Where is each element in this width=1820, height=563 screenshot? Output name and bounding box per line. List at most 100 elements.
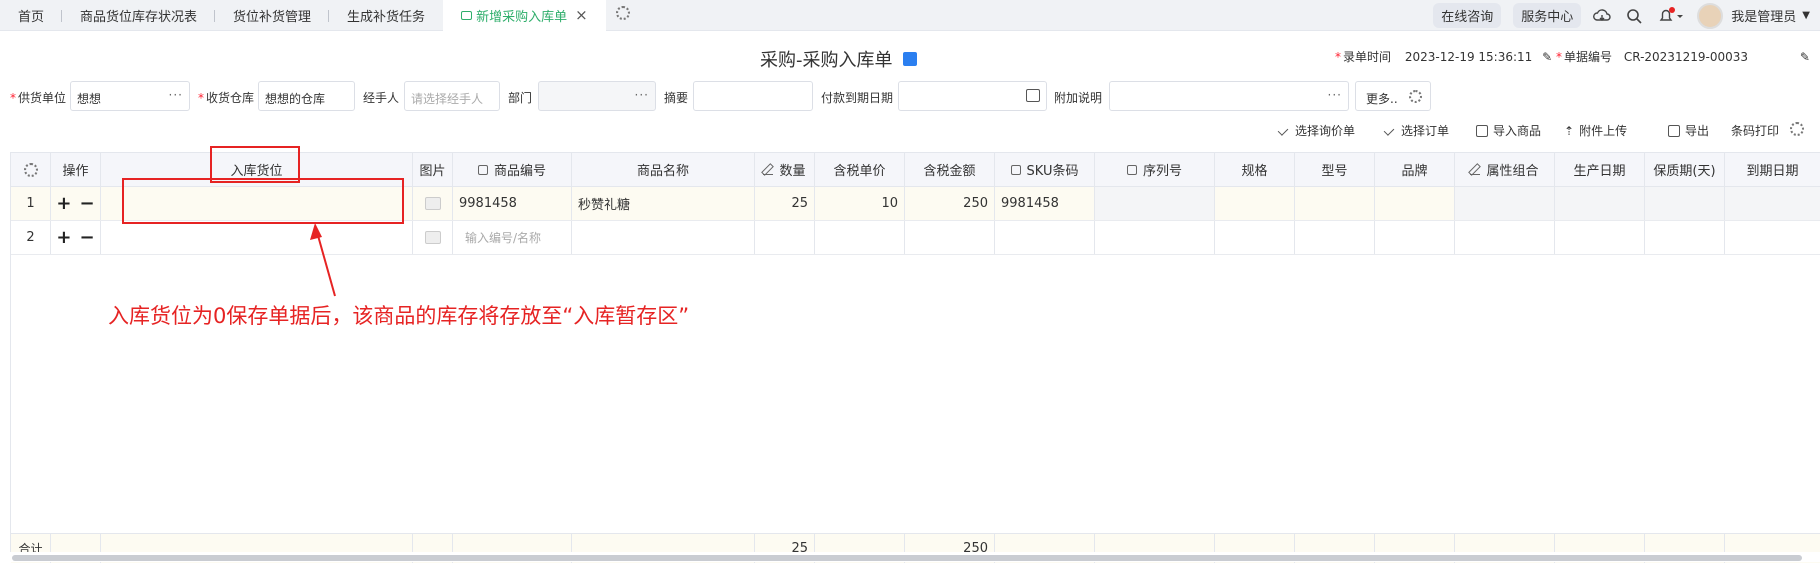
edit-icon[interactable]: ✎ xyxy=(1800,50,1810,64)
service-center-button[interactable]: 服务中心 xyxy=(1513,3,1582,28)
tab-replenish-manage[interactable]: 货位补货管理 xyxy=(215,0,330,31)
form-settings-icon[interactable] xyxy=(902,52,917,66)
tab-replenish-task[interactable]: 生成补货任务 xyxy=(329,0,443,31)
attr-cell[interactable] xyxy=(1455,187,1555,220)
scrollbar-thumb[interactable] xyxy=(12,555,1802,561)
add-row-icon[interactable]: + xyxy=(56,227,71,248)
online-consult-button[interactable]: 在线咨询 xyxy=(1433,3,1502,28)
import-icon xyxy=(1476,124,1488,137)
amount-cell[interactable]: 250 xyxy=(905,187,995,220)
code-input[interactable]: 输入编号/名称 xyxy=(453,221,572,254)
name-cell[interactable] xyxy=(572,221,755,254)
col-expiry: 到期日期 xyxy=(1725,153,1820,186)
export-button[interactable]: 导出 xyxy=(1668,122,1709,139)
due-date-field[interactable] xyxy=(898,81,1047,111)
model-cell[interactable] xyxy=(1295,187,1375,220)
bell-icon[interactable] xyxy=(1657,6,1684,25)
tab-home[interactable]: 首页 xyxy=(0,0,63,31)
col-serial: 序列号 xyxy=(1095,153,1215,186)
price-cell[interactable]: 10 xyxy=(815,187,905,220)
row-number: 1 xyxy=(11,187,51,220)
horizontal-scrollbar[interactable] xyxy=(0,552,1820,562)
col-amount: 含税金额 xyxy=(905,153,995,186)
shelf-life-cell[interactable] xyxy=(1645,187,1725,220)
barcode-print-button[interactable]: 条码打印 xyxy=(1731,122,1779,139)
sku-cell[interactable] xyxy=(995,221,1095,254)
attachment-upload-button[interactable]: ⇡ 附件上传 xyxy=(1564,122,1627,139)
dept-label: 部门 xyxy=(508,91,533,105)
qty-cell[interactable]: 25 xyxy=(755,187,815,220)
col-model: 型号 xyxy=(1295,153,1375,186)
serial-cell[interactable] xyxy=(1095,187,1215,220)
name-cell[interactable]: 秒赞礼糖 xyxy=(572,187,755,220)
check-icon xyxy=(1384,125,1396,137)
expiry-cell[interactable] xyxy=(1725,187,1820,220)
table-row[interactable]: 2 + − 输入编号/名称 xyxy=(11,221,1820,255)
more-button[interactable]: 更多.. xyxy=(1355,81,1431,111)
brand-cell[interactable] xyxy=(1375,221,1455,254)
avatar[interactable] xyxy=(1697,2,1724,29)
attr-cell[interactable] xyxy=(1455,221,1555,254)
edit-icon[interactable]: ✎ xyxy=(1542,50,1552,64)
user-name[interactable]: 我是管理员 xyxy=(1731,6,1796,25)
import-goods-button[interactable]: 导入商品 xyxy=(1476,122,1541,139)
remove-row-icon[interactable]: − xyxy=(80,227,95,248)
shelf-life-cell[interactable] xyxy=(1645,221,1725,254)
field-icon xyxy=(477,164,488,175)
col-shelf-life: 保质期(天) xyxy=(1645,153,1725,186)
mfg-date-cell[interactable] xyxy=(1555,187,1645,220)
col-brand: 品牌 xyxy=(1375,153,1455,186)
amount-cell[interactable] xyxy=(905,221,995,254)
handler-field[interactable]: 请选择经手人 xyxy=(404,81,500,111)
spec-cell[interactable] xyxy=(1215,221,1295,254)
chevron-down-icon[interactable]: ▼ xyxy=(1802,10,1810,21)
calendar-icon[interactable] xyxy=(1026,89,1040,102)
tab-label: 商品货位库存状况表 xyxy=(80,9,198,25)
warehouse-field[interactable]: 想想的仓库 xyxy=(258,81,355,111)
summary-label: 摘要 xyxy=(664,91,689,105)
doc-number-label: 单据编号 xyxy=(1564,50,1613,64)
more-dots-icon[interactable]: ··· xyxy=(1328,88,1342,102)
cloud-download-icon[interactable] xyxy=(1593,7,1611,25)
gear-icon[interactable] xyxy=(1790,122,1804,136)
tab-stock-report[interactable]: 商品货位库存状况表 xyxy=(62,0,216,31)
edit-icon xyxy=(1470,165,1481,175)
column-settings-icon[interactable] xyxy=(11,153,51,186)
search-icon[interactable] xyxy=(1625,7,1643,25)
remove-row-icon[interactable]: − xyxy=(80,193,95,214)
more-dots-icon[interactable]: ··· xyxy=(169,88,183,102)
spec-cell[interactable] xyxy=(1215,187,1295,220)
qty-cell[interactable] xyxy=(755,221,815,254)
col-image: 图片 xyxy=(413,153,453,186)
mfg-date-cell[interactable] xyxy=(1555,221,1645,254)
tab-new-purchase-inbound[interactable]: 新增采购入库单 × xyxy=(443,0,606,31)
expiry-cell[interactable] xyxy=(1725,221,1820,254)
col-attr: 属性组合 xyxy=(1455,153,1555,186)
location-cell[interactable] xyxy=(101,221,413,254)
code-cell[interactable]: 9981458 xyxy=(453,187,572,220)
more-dots-icon[interactable]: ··· xyxy=(635,88,649,102)
select-order-button[interactable]: 选择订单 xyxy=(1384,122,1449,139)
image-cell[interactable] xyxy=(413,187,453,220)
export-icon xyxy=(1668,124,1680,137)
gear-icon[interactable] xyxy=(1409,90,1422,103)
filter-row: * 供货单位 想想 ··· * 收货仓库 想想的仓库 经手人 请选择经手人 部门 ··… xyxy=(0,81,1820,111)
col-op: 操作 xyxy=(51,153,101,186)
col-sku: SKU条码 xyxy=(995,153,1095,186)
price-cell[interactable] xyxy=(815,221,905,254)
model-cell[interactable] xyxy=(1295,221,1375,254)
note-field[interactable]: ··· xyxy=(1109,81,1349,111)
sku-cell[interactable]: 9981458 xyxy=(995,187,1095,220)
image-cell[interactable] xyxy=(413,221,453,254)
dept-field[interactable]: ··· xyxy=(538,81,656,111)
tab-settings-gear-icon[interactable] xyxy=(615,6,630,24)
summary-field[interactable] xyxy=(693,81,813,111)
brand-cell[interactable] xyxy=(1375,187,1455,220)
col-mfg-date: 生产日期 xyxy=(1555,153,1645,186)
serial-cell[interactable] xyxy=(1095,221,1215,254)
close-icon[interactable]: × xyxy=(575,6,588,24)
add-row-icon[interactable]: + xyxy=(56,193,71,214)
check-icon xyxy=(1278,125,1290,137)
supplier-field[interactable]: 想想 ··· xyxy=(70,81,190,111)
select-inquiry-button[interactable]: 选择询价单 xyxy=(1278,122,1355,139)
